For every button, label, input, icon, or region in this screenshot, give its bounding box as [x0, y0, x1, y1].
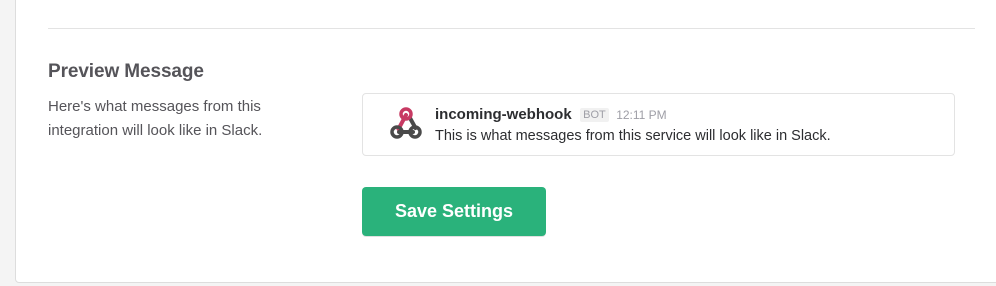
- bot-name[interactable]: incoming-webhook: [435, 106, 572, 123]
- webhook-icon: [390, 107, 422, 139]
- section-divider: [48, 28, 975, 29]
- save-settings-button[interactable]: Save Settings: [362, 187, 546, 236]
- message-header: incoming-webhook BOT 12:11 PM: [435, 105, 667, 125]
- message-timestamp[interactable]: 12:11 PM: [616, 108, 666, 122]
- section-description: Here's what messages from this integrati…: [48, 98, 263, 139]
- message-text: This is what messages from this service …: [435, 128, 831, 144]
- bot-badge: BOT: [580, 108, 609, 122]
- section-title: Preview Message: [48, 61, 204, 82]
